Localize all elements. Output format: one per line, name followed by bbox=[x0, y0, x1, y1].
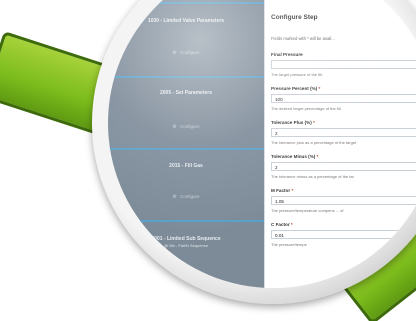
field-label-final-pressure: Final Pressure bbox=[271, 52, 303, 57]
step-card[interactable] bbox=[108, 148, 264, 218]
step-title: 2015 - Fill Gas bbox=[169, 163, 203, 169]
step-configure-button[interactable]: ⚙ Configure bbox=[108, 124, 264, 130]
field-label-pressure-percent: Pressure Percent (%) * bbox=[271, 86, 321, 91]
step-title: 1030 - Limited Valve Parameters bbox=[147, 18, 225, 24]
gear-icon: ⚙ bbox=[172, 194, 177, 200]
step-title: 2005 - Set Parameters bbox=[160, 90, 212, 96]
field-help: The tolerance minus as a percentage of t… bbox=[271, 174, 354, 179]
form-note: Fields marked with * will be avail... bbox=[271, 36, 335, 41]
field-help: The pressure/tempe bbox=[271, 242, 307, 247]
magnifier-illustration: 1030 - Limited Valve Parameters ⚙ Configu… bbox=[0, 0, 416, 321]
field-label-m-factor: M Factor * bbox=[271, 188, 294, 193]
step-configure-button[interactable]: ⚙ Configure bbox=[108, 50, 264, 56]
gear-icon: ⚙ bbox=[172, 50, 177, 56]
form-title: Configure Step bbox=[271, 14, 318, 21]
step-card[interactable] bbox=[108, 76, 264, 148]
field-label-c-factor: C Factor * bbox=[271, 222, 293, 227]
tolerance-minus-input[interactable]: 2 bbox=[271, 162, 416, 171]
configure-step-form: Configure Step Fields marked with * will… bbox=[264, 0, 416, 288]
step-configure-button[interactable]: ⚙ Configure bbox=[108, 270, 264, 276]
field-help: The tolerance plus as a percentage of th… bbox=[271, 140, 357, 145]
pressure-percent-input[interactable]: 100 bbox=[271, 94, 416, 103]
field-help: The desired target percentage of the fil… bbox=[271, 106, 342, 111]
c-factor-input[interactable]: 0.01 bbox=[271, 230, 416, 239]
gear-icon: ⚙ bbox=[172, 124, 177, 130]
field-help: The pressure/temperature compens ... of bbox=[271, 208, 344, 213]
steps-sidebar: 1030 - Limited Valve Parameters ⚙ Configu… bbox=[108, 0, 264, 288]
step-card[interactable] bbox=[108, 220, 264, 288]
m-factor-input[interactable]: 1.05 bbox=[271, 196, 416, 205]
step-configure-button[interactable]: ⚙ Configure bbox=[108, 194, 264, 200]
final-pressure-input[interactable] bbox=[271, 60, 416, 69]
magnifier-lens: 1030 - Limited Valve Parameters ⚙ Configu… bbox=[108, 0, 416, 288]
step-card[interactable] bbox=[108, 2, 264, 76]
tolerance-plus-input[interactable]: 2 bbox=[271, 128, 416, 137]
step-title: 9001 - Limited Sub Sequence bbox=[151, 236, 221, 242]
field-help: The target pressure of the fill. bbox=[271, 72, 324, 77]
field-label-tolerance-plus: Tolerance Plus (%) * bbox=[271, 120, 315, 125]
gear-icon: ⚙ bbox=[172, 270, 177, 276]
field-label-tolerance-minus: Tolerance Minus (%) * bbox=[271, 154, 319, 159]
step-subtitle: @ 0th - Fail/N Sequence bbox=[164, 243, 208, 248]
